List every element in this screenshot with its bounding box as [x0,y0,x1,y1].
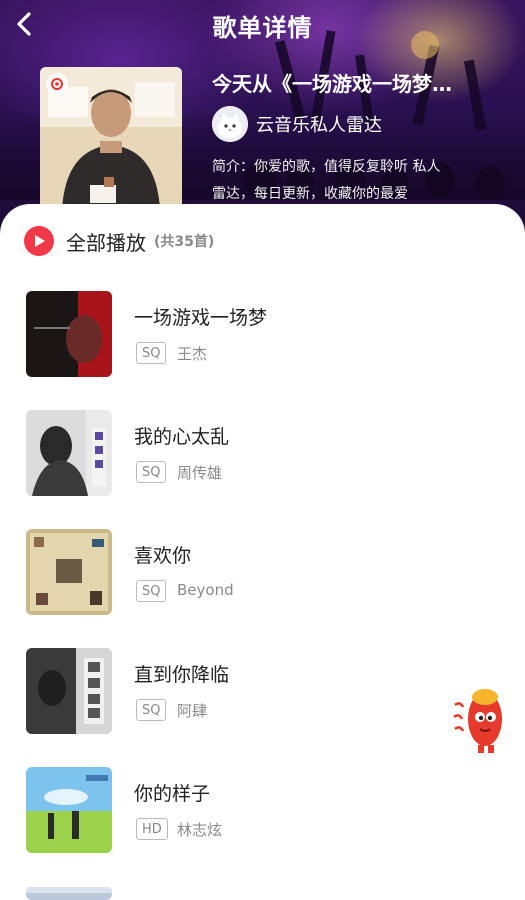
play-all-button[interactable]: 全部播放 (共35首) [24,226,214,256]
song-count-prefix: (共 [154,234,175,250]
song-row[interactable] [0,886,525,900]
quality-badge: SQ [136,699,167,721]
chevron-left-icon [17,12,31,36]
quality-badge: SQ [136,342,167,364]
play-all-label: 全部播放 [66,230,146,255]
song-artist: Beyond [177,581,234,599]
quality-badge: HD [136,818,168,840]
album-art [26,529,112,615]
red-packet-mascot[interactable] [450,683,506,755]
album-art [26,291,112,377]
quality-badge: SQ [136,580,167,602]
album-art [26,648,112,734]
song-row[interactable]: 直到你降临 SQ 阿肆 [0,648,525,748]
page-title: 歌单详情 [212,13,313,42]
play-triangle-icon [35,235,45,247]
top-bar: 歌单详情 [0,0,525,50]
song-title: 喜欢你 [134,545,192,567]
song-count-suffix: 首) [193,234,215,250]
creator-name: 云音乐私人雷达 [256,115,382,136]
song-count-number: 35 [174,234,194,250]
song-title: 你的样子 [134,783,211,805]
album-art [26,886,112,900]
song-artist: 周传雄 [177,464,223,482]
song-artist: 阿肆 [177,702,208,720]
album-art-image [26,410,112,496]
quality-badge: SQ [136,461,167,483]
song-row[interactable]: 我的心太乱 SQ 周传雄 [0,410,525,510]
netease-logo-icon [51,78,63,90]
play-icon [24,226,54,256]
cat-avatar-icon [212,106,248,142]
song-artist: 林志炫 [177,821,223,839]
song-row[interactable]: 一场游戏一场梦 SQ 王杰 [0,291,525,391]
album-art-image [26,529,112,615]
album-art-image [26,767,112,853]
creator-avatar[interactable] [212,106,248,142]
creator-info[interactable]: 云音乐私人雷达 [212,106,382,142]
album-art-image [26,887,112,900]
album-art-image [26,291,112,377]
back-button[interactable] [6,6,42,42]
song-title: 一场游戏一场梦 [134,307,268,329]
song-artist: 王杰 [177,345,208,363]
song-list-panel: 全部播放 (共35首) 一场游戏一场梦 SQ 王杰 我的心太乱 SQ 周传雄 喜… [0,204,525,900]
song-count: (共35首) [154,231,214,251]
song-title: 我的心太乱 [134,426,230,448]
playlist-name: 今天从《一场游戏一场梦… [212,72,452,96]
song-row[interactable]: 你的样子 HD 林志炫 [0,767,525,867]
playlist-cover[interactable] [40,67,182,209]
album-art-image [26,648,112,734]
song-row[interactable]: 喜欢你 SQ Beyond [0,529,525,629]
playlist-intro[interactable]: 简介：你爱的歌，值得反复聆听 私人 雷达，每日更新，收藏你的最爱 [212,154,502,208]
album-art [26,767,112,853]
intro-line: 简介：你爱的歌，值得反复聆听 私人 [212,159,441,175]
song-title: 直到你降临 [134,664,230,686]
album-art [26,410,112,496]
red-packet-mascot-icon [453,689,502,753]
cover-badge [46,73,68,95]
